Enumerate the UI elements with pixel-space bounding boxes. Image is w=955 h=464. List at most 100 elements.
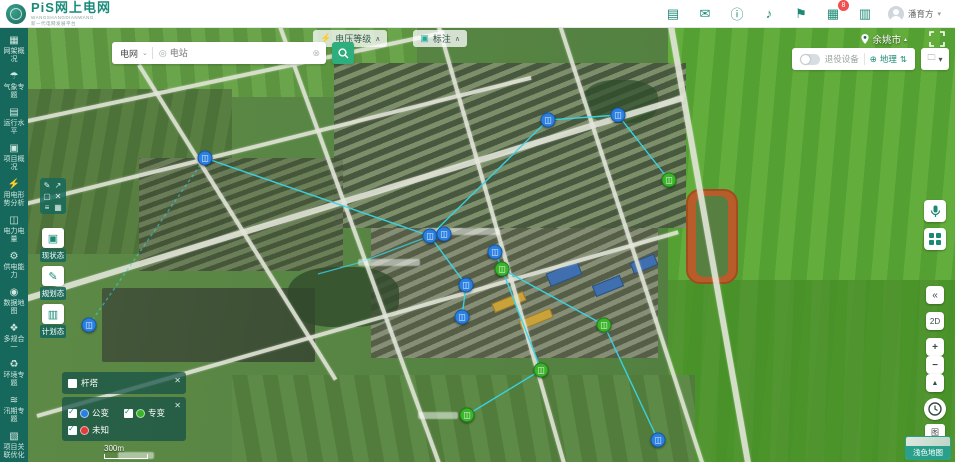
legend-checkbox[interactable] [124, 409, 133, 418]
legend-checkbox[interactable] [68, 409, 77, 418]
zoom-in-button[interactable]: + [926, 338, 944, 356]
2d-mode-button[interactable]: 2D [926, 312, 944, 330]
palette-tool-icon[interactable]: ↗ [53, 180, 63, 190]
collapse-panel-button[interactable]: « [926, 286, 944, 304]
dedicated-transformer-marker[interactable]: ◫ [662, 173, 677, 188]
legend-item[interactable]: 公变 [68, 407, 124, 419]
user-menu[interactable]: 潘育方 ▾ [888, 6, 941, 22]
sidebar-item[interactable]: ◉ 数据地图 [0, 284, 28, 320]
header-icon[interactable]: ⓘ [728, 5, 746, 23]
palette-tool-icon[interactable]: ✕ [53, 191, 63, 201]
search-button[interactable] [332, 42, 354, 64]
user-avatar [888, 6, 904, 22]
annotation-icon: ▣ [420, 33, 429, 44]
sidebar-item[interactable]: ▧ 项目关联优化 [0, 428, 28, 464]
dedicated-transformer-marker[interactable]: ◫ [460, 408, 475, 423]
map-layers-dropdown[interactable]: 🗀 ▾ [921, 48, 949, 70]
header-icon[interactable]: ✉ [696, 5, 714, 23]
sidebar-item-icon: ◉ [10, 287, 19, 299]
legend-item[interactable]: 专变 [124, 407, 180, 419]
sidebar-item[interactable]: ▤ 运行水平 [0, 104, 28, 140]
tower-label: 杆塔 [81, 377, 98, 389]
sidebar-item[interactable]: ☂ 气象专题 [0, 68, 28, 104]
city-selector[interactable]: 余姚市 ▴ [861, 32, 907, 46]
legend-item-label: 公变 [92, 407, 109, 419]
locate-button[interactable]: ▲ [926, 374, 944, 392]
public-transformer-marker[interactable]: ◫ [82, 318, 97, 333]
map-canvas[interactable]: ◫◫◫◫◫◫◫◫◫◫◫◫◫◫◫ ⚡ 电压等级 ∧ ▣ 标注 ∧ 电网 ⌄ ◎ ⊗… [28, 28, 955, 462]
map-style-switcher[interactable]: 浅色地图 [905, 436, 951, 460]
header-icon-glyph: ⚑ [795, 6, 807, 22]
fullscreen-button[interactable] [929, 31, 945, 47]
public-transformer-marker[interactable]: ◫ [651, 433, 666, 448]
sidebar-item-label: 环境专题 [0, 372, 28, 388]
close-icon[interactable]: ✕ [174, 401, 181, 410]
palette-tool-icon[interactable]: ▢ [42, 191, 52, 201]
header-icon-glyph: ▤ [667, 6, 679, 22]
public-transformer-marker[interactable]: ◫ [423, 229, 438, 244]
sidebar-item[interactable]: ❖ 多规合一 [0, 320, 28, 356]
left-sidebar: ▦ 网架概况 ☂ 气象专题 ▤ 运行水平 ▣ 项目概况 ⚡ 用电形势分析 ◫ 电… [0, 28, 28, 462]
state-button-1[interactable]: ▣现状态 [38, 228, 68, 262]
chevron-up-icon: ▴ [904, 36, 907, 43]
palette-tool-icon[interactable]: ▦ [53, 202, 63, 212]
dedicated-transformer-marker[interactable]: ◫ [534, 363, 549, 378]
chevron-down-icon: ▾ [938, 55, 942, 64]
dedicated-transformer-marker[interactable]: ◫ [597, 318, 612, 333]
header-icon[interactable]: ▦ 8 [824, 5, 842, 23]
palette-tool-icon[interactable]: ✎ [42, 180, 52, 190]
map-label [358, 259, 420, 266]
public-transformer-marker[interactable]: ◫ [459, 278, 474, 293]
header-icon[interactable]: ▤ [664, 5, 682, 23]
sidebar-item[interactable]: ◫ 电力电量 [0, 212, 28, 248]
sidebar-item-label: 数据地图 [0, 300, 28, 316]
retired-equipment-toggle[interactable] [800, 54, 820, 65]
sidebar-item[interactable]: ▣ 项目概况 [0, 140, 28, 176]
legend-color-dot [80, 409, 89, 418]
public-transformer-marker[interactable]: ◫ [488, 245, 503, 260]
header-icon[interactable]: ♪ [760, 5, 778, 23]
sidebar-item[interactable]: ⚙ 供电能力 [0, 248, 28, 284]
state-button-icon: ▥ [42, 304, 64, 324]
legend-item[interactable]: 未知 [68, 424, 124, 436]
clear-icon[interactable]: ⊗ [312, 48, 326, 59]
state-button-3[interactable]: ▥计划态 [38, 304, 68, 338]
state-button-label: 计划态 [40, 325, 67, 338]
compass-icon: ▲ [932, 380, 939, 387]
city-label: 余姚市 [872, 32, 901, 46]
annotation-dropdown[interactable]: ▣ 标注 ∧ [413, 30, 467, 47]
public-transformer-marker[interactable]: ◫ [198, 151, 213, 166]
public-transformer-marker[interactable]: ◫ [541, 113, 556, 128]
scale-bar: 300m [104, 444, 148, 459]
sidebar-item[interactable]: ♻ 环境专题 [0, 356, 28, 392]
sidebar-item[interactable]: ⚡ 用电形势分析 [0, 176, 28, 212]
public-transformer-marker[interactable]: ◫ [611, 108, 626, 123]
apps-grid-button[interactable] [924, 228, 946, 250]
tower-checkbox[interactable] [68, 379, 77, 388]
sidebar-item-label: 电力电量 [0, 228, 28, 244]
dedicated-transformer-marker[interactable]: ◫ [495, 262, 510, 277]
header-icon[interactable]: ⚑ [792, 5, 810, 23]
sidebar-item-icon: ⚡ [8, 179, 20, 191]
sidebar-item-label: 多规合一 [0, 336, 28, 352]
sidebar-item[interactable]: ≋ 汛期专题 [0, 392, 28, 428]
sidebar-item-label: 项目概况 [0, 156, 28, 172]
search-input[interactable] [170, 48, 313, 58]
sidebar-item[interactable]: ▦ 网架概况 [0, 32, 28, 68]
state-button-2[interactable]: ✎规划态 [38, 266, 68, 300]
history-button[interactable] [924, 398, 946, 420]
header-icon[interactable]: ▥ [856, 5, 874, 23]
header-icon-glyph: ⓘ [730, 4, 743, 23]
close-icon[interactable]: ✕ [174, 376, 181, 385]
geo-mode-switch[interactable]: ⊕ 地理 ⇅ [870, 53, 907, 65]
clock-icon [928, 402, 942, 416]
zoom-out-button[interactable]: − [926, 356, 944, 374]
public-transformer-marker[interactable]: ◫ [455, 310, 470, 325]
public-transformer-marker[interactable]: ◫ [437, 227, 452, 242]
legend-checkbox[interactable] [68, 426, 77, 435]
palette-tool-icon[interactable]: ≡ [42, 202, 52, 212]
annotation-label: 标注 [433, 32, 451, 45]
voice-search-button[interactable] [924, 200, 946, 222]
search-category-select[interactable]: 电网 [112, 47, 142, 60]
state-button-label: 规划态 [40, 287, 67, 300]
